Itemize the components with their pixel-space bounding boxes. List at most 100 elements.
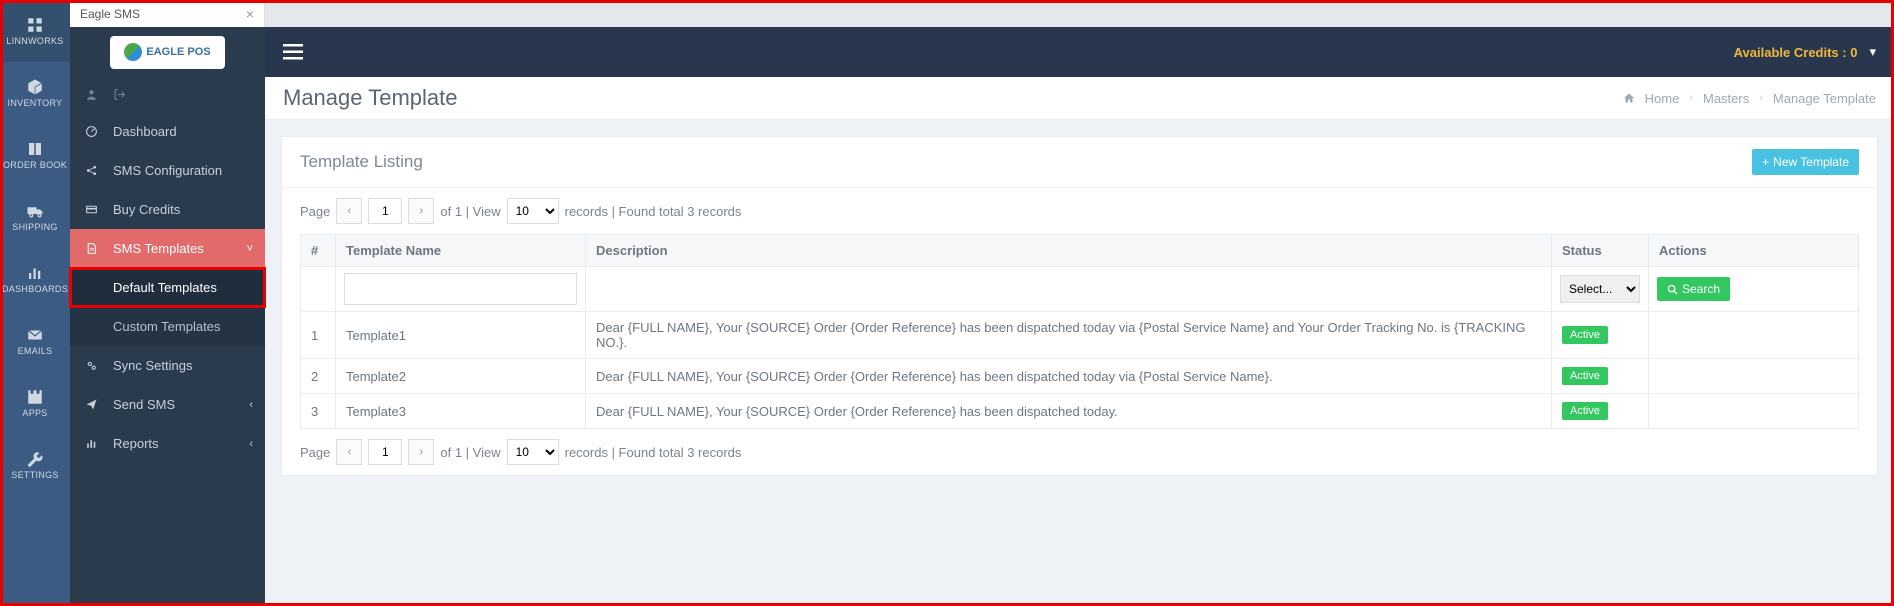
pager-page-input[interactable]: [368, 198, 402, 224]
rail-item-settings[interactable]: SETTINGS: [0, 434, 70, 496]
row-desc: Dear {FULL NAME}, Your {SOURCE} Order {O…: [586, 359, 1552, 394]
row-actions: [1649, 359, 1859, 394]
sidebar-sub-custom-templates[interactable]: Custom Templates: [70, 307, 265, 346]
sidebar-item-buy-credits[interactable]: Buy Credits: [70, 190, 265, 229]
chevron-right-icon: ›: [1689, 92, 1693, 104]
pager-of-label: of 1 | View: [440, 204, 500, 219]
col-status-header: Status: [1552, 235, 1649, 267]
row-num: 2: [301, 359, 336, 394]
home-icon: [1623, 92, 1635, 104]
pager-prev-button[interactable]: ‹: [336, 439, 362, 465]
rail-item-linnworks[interactable]: LINNWORKS: [0, 0, 70, 62]
filter-name-input[interactable]: [344, 273, 577, 305]
rail-item-order-book[interactable]: ORDER BOOK: [0, 124, 70, 186]
sidebar-item-label: Buy Credits: [113, 202, 180, 217]
crumb-home[interactable]: Home: [1645, 91, 1680, 106]
hamburger-icon[interactable]: [283, 44, 303, 60]
new-template-button[interactable]: + New Template: [1752, 149, 1859, 175]
pager-next-button[interactable]: ›: [408, 198, 434, 224]
row-name: Template2: [336, 359, 586, 394]
panel-title: Template Listing: [300, 152, 423, 172]
logo-text: EAGLE POS: [146, 46, 210, 58]
logo-area: EAGLE POS: [70, 27, 265, 77]
breadcrumb: Home › Masters › Manage Template: [1623, 91, 1876, 106]
table-filter-row: Select... Search: [301, 267, 1859, 312]
card-icon: [85, 203, 105, 216]
row-name: Template1: [336, 312, 586, 359]
puzzle-icon: [26, 388, 44, 406]
book-icon: [26, 140, 44, 158]
rail-label: APPS: [22, 408, 47, 418]
dashboard-icon: [85, 125, 105, 138]
mail-icon: [26, 326, 44, 344]
linnworks-rail: LINNWORKS INVENTORY ORDER BOOK SHIPPING DASH…: [0, 0, 70, 606]
credits-label: Available Credits : 0: [1734, 45, 1858, 60]
search-icon: [1667, 284, 1678, 295]
templates-table: # Template Name Description Status Actio…: [300, 234, 1859, 429]
row-status: Active: [1552, 359, 1649, 394]
sidebar-item-label: Send SMS: [113, 397, 175, 412]
sidebar-item-reports[interactable]: Reports‹: [70, 424, 265, 463]
crumb-masters[interactable]: Masters: [1703, 91, 1749, 106]
pager-page-input[interactable]: [368, 439, 402, 465]
row-status: Active: [1552, 394, 1649, 429]
pager-label: Page: [300, 204, 330, 219]
chart-icon: [26, 264, 44, 282]
pager-view-select[interactable]: 10: [507, 439, 559, 465]
truck-icon: [26, 202, 44, 220]
gears-icon: [85, 359, 105, 372]
close-icon[interactable]: ×: [226, 6, 254, 22]
sidebar-item-send-sms[interactable]: Send SMS‹: [70, 385, 265, 424]
tab-label: Eagle SMS: [80, 7, 140, 21]
sidebar-item-sync-settings[interactable]: Sync Settings: [70, 346, 265, 385]
tab-eagle-sms[interactable]: Eagle SMS ×: [70, 0, 265, 27]
sidebar-sub-default-templates[interactable]: Default Templates: [70, 268, 265, 307]
credits-dropdown-caret-icon[interactable]: ▾: [1869, 44, 1876, 60]
tab-strip-extension: [265, 0, 1894, 27]
pager-prev-button[interactable]: ‹: [336, 198, 362, 224]
row-num: 1: [301, 312, 336, 359]
chevron-left-icon: ‹: [249, 438, 253, 450]
sidebar-item-label: SMS Configuration: [113, 163, 222, 178]
pager-view-select[interactable]: 10: [507, 198, 559, 224]
rail-item-emails[interactable]: EMAILS: [0, 310, 70, 372]
col-num-header: #: [301, 235, 336, 267]
panel-template-listing: Template Listing + New Template Page ‹ ›…: [281, 136, 1878, 476]
boxes-icon: [26, 78, 44, 96]
sidebar-item-sms-templates[interactable]: SMS Templates ˅: [70, 229, 265, 268]
sidebar-item-sms-configuration[interactable]: SMS Configuration: [70, 151, 265, 190]
logo[interactable]: EAGLE POS: [110, 36, 225, 69]
rail-label: LINNWORKS: [6, 36, 63, 46]
page-title: Manage Template: [283, 85, 458, 111]
row-status: Active: [1552, 312, 1649, 359]
filter-status-select[interactable]: Select...: [1560, 275, 1640, 303]
rail-label: DASHBOARDS: [2, 284, 68, 294]
crumb-leaf: Manage Template: [1773, 91, 1876, 106]
rail-item-inventory[interactable]: INVENTORY: [0, 62, 70, 124]
rail-item-shipping[interactable]: SHIPPING: [0, 186, 70, 248]
row-actions: [1649, 312, 1859, 359]
logout-icon[interactable]: [113, 88, 126, 101]
pager-of-label: of 1 | View: [440, 445, 500, 460]
chevron-down-icon: ˅: [247, 243, 253, 255]
sidebar-item-dashboard[interactable]: Dashboard: [70, 112, 265, 151]
col-name-header: Template Name: [336, 235, 586, 267]
row-name: Template3: [336, 394, 586, 429]
send-icon: [85, 398, 105, 411]
sidebar-item-label: SMS Templates: [113, 241, 204, 256]
rail-label: SETTINGS: [11, 470, 58, 480]
search-button[interactable]: Search: [1657, 277, 1730, 301]
table-row: 1Template1Dear {FULL NAME}, Your {SOURCE…: [301, 312, 1859, 359]
user-icon[interactable]: [85, 88, 98, 101]
rail-label: ORDER BOOK: [3, 160, 67, 170]
chevron-right-icon: ›: [1759, 92, 1763, 104]
content-wrap: Template Listing + New Template Page ‹ ›…: [265, 120, 1894, 606]
rail-item-apps[interactable]: APPS: [0, 372, 70, 434]
doc-icon: [85, 242, 105, 255]
table-row: 3Template3Dear {FULL NAME}, Your {SOURCE…: [301, 394, 1859, 429]
sidebar-item-label: Sync Settings: [113, 358, 193, 373]
pager-next-button[interactable]: ›: [408, 439, 434, 465]
rail-label: EMAILS: [18, 346, 53, 356]
rail-item-dashboards[interactable]: DASHBOARDS: [0, 248, 70, 310]
col-desc-header: Description: [586, 235, 1552, 267]
